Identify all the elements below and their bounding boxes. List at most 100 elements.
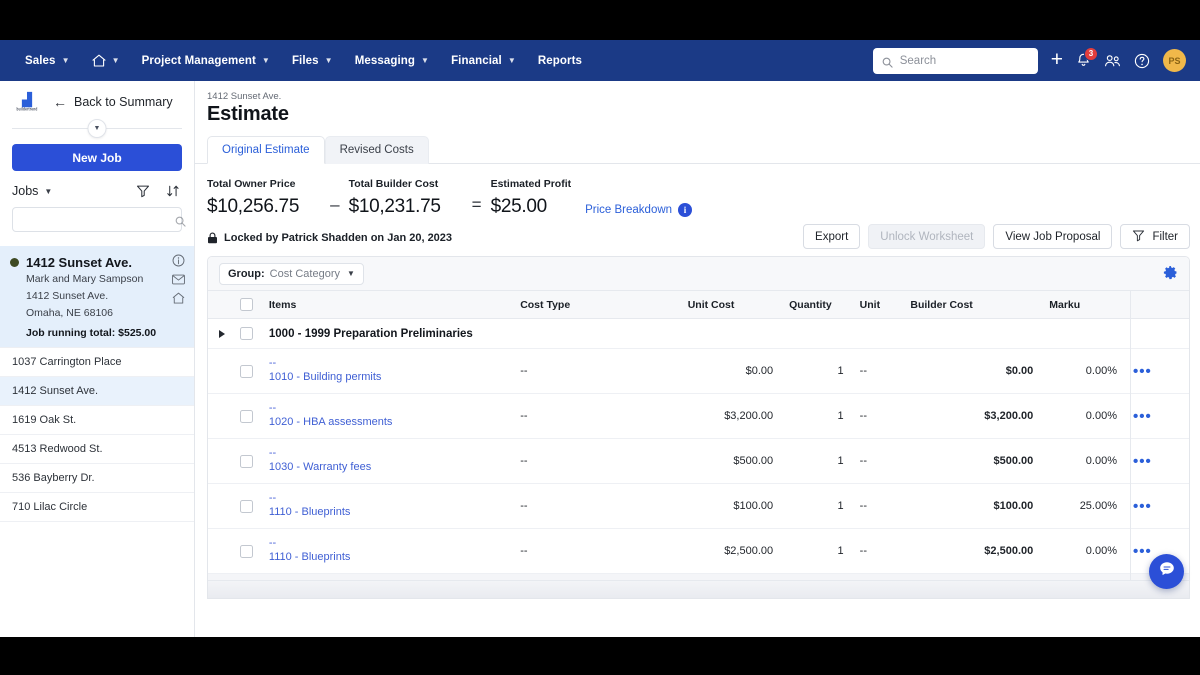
chevron-down-icon: ▼ bbox=[346, 269, 355, 278]
new-job-button[interactable]: New Job bbox=[12, 144, 182, 171]
job-list-item[interactable]: 1412 Sunset Ave. bbox=[0, 377, 194, 406]
tab-original-estimate[interactable]: Original Estimate bbox=[207, 136, 325, 164]
back-to-summary-link[interactable]: ← Back to Summary bbox=[53, 95, 173, 109]
horizontal-scrollbar[interactable] bbox=[208, 580, 1189, 598]
job-list-item[interactable]: 1619 Oak St. bbox=[0, 406, 194, 435]
total-builder-cost-label: Total Builder Cost bbox=[348, 178, 439, 190]
row-builder-cost: $3,200.00 bbox=[902, 393, 1042, 439]
select-all-checkbox[interactable] bbox=[240, 298, 254, 311]
add-button[interactable]: + bbox=[1051, 49, 1063, 70]
main-content: 1412 Sunset Ave. Estimate Original Estim… bbox=[195, 81, 1200, 637]
sidebar-search-input[interactable] bbox=[21, 213, 175, 226]
row-item-link[interactable]: 1010 - Building permits bbox=[269, 370, 504, 385]
nav-item-files[interactable]: Files ▼ bbox=[281, 49, 344, 73]
sort-icon[interactable] bbox=[166, 184, 180, 198]
ellipsis-icon[interactable]: ••• bbox=[1133, 363, 1152, 380]
row-checkbox-cell bbox=[232, 483, 261, 529]
buildertrend-logo[interactable]: ▟ buildertrend bbox=[10, 93, 44, 112]
export-button[interactable]: Export bbox=[803, 224, 861, 249]
nav-item-messaging[interactable]: Messaging ▼ bbox=[344, 49, 440, 73]
row-items-cell: -- 1110 - Blueprints bbox=[260, 528, 513, 574]
row-item-link[interactable]: 1030 - Warranty fees bbox=[269, 460, 504, 475]
search-input[interactable] bbox=[899, 54, 1029, 67]
row-actions-cell: ••• bbox=[1125, 348, 1189, 394]
row-unit-cost: $3,200.00 bbox=[679, 393, 782, 439]
column-header-items[interactable]: Items bbox=[260, 290, 513, 319]
column-header-unit-cost[interactable]: Unit Cost bbox=[679, 290, 782, 319]
row-checkbox[interactable] bbox=[240, 409, 254, 423]
chat-support-button[interactable] bbox=[1149, 554, 1184, 589]
info-icon[interactable]: i bbox=[678, 203, 693, 217]
table-body: 1000 - 1999 Preparation Preliminaries --… bbox=[208, 318, 1189, 598]
group-checkbox[interactable] bbox=[240, 327, 254, 340]
global-search[interactable] bbox=[872, 47, 1038, 74]
nav-item-label: Project Management bbox=[141, 54, 256, 67]
job-card-city-state-zip: Omaha, NE 68106 bbox=[26, 307, 113, 319]
total-owner-price-label: Total Owner Price bbox=[207, 178, 296, 190]
chevron-down-icon: ▼ bbox=[61, 56, 70, 65]
nav-item-project-management[interactable]: Project Management ▼ bbox=[131, 49, 281, 73]
people-button[interactable] bbox=[1104, 54, 1121, 68]
application-window: Sales ▼ ▼ Project Management ▼ Files ▼ M… bbox=[0, 40, 1200, 637]
row-checkbox[interactable] bbox=[240, 454, 254, 468]
collapse-toggle-button[interactable]: ▼ bbox=[87, 119, 107, 138]
equals-operator: = bbox=[471, 195, 482, 214]
filter-icon[interactable] bbox=[136, 184, 150, 198]
nav-item-home[interactable]: ▼ bbox=[81, 48, 131, 73]
job-list-item[interactable]: 710 Lilac Circle bbox=[0, 493, 194, 522]
gear-icon[interactable] bbox=[1163, 265, 1178, 280]
triangle-right-icon[interactable] bbox=[219, 329, 225, 338]
row-item-link[interactable]: 1110 - Blueprints bbox=[269, 505, 504, 520]
column-header-unit[interactable]: Unit bbox=[851, 290, 903, 319]
letterbox-top bbox=[0, 0, 1200, 40]
home-icon[interactable] bbox=[172, 292, 185, 304]
info-icon[interactable] bbox=[172, 254, 185, 267]
envelope-icon[interactable] bbox=[172, 274, 185, 285]
row-item-link[interactable]: 1110 - Blueprints bbox=[269, 550, 504, 565]
nav-item-sales[interactable]: Sales ▼ bbox=[14, 49, 81, 73]
job-list-item[interactable]: 4513 Redwood St. bbox=[0, 435, 194, 464]
nav-item-label: Reports bbox=[537, 54, 582, 67]
row-expand-cell bbox=[208, 483, 233, 529]
notifications-button[interactable]: 3 bbox=[1076, 46, 1098, 69]
nav-item-financial[interactable]: Financial ▼ bbox=[440, 49, 527, 73]
tab-revised-costs[interactable]: Revised Costs bbox=[324, 136, 429, 164]
column-header-cost-type[interactable]: Cost Type bbox=[512, 290, 680, 319]
chevron-down-icon: ▼ bbox=[261, 56, 270, 65]
ellipsis-icon[interactable]: ••• bbox=[1133, 453, 1152, 470]
row-checkbox[interactable] bbox=[240, 544, 254, 558]
row-item-link[interactable]: 1020 - HBA assessments bbox=[269, 415, 504, 430]
row-builder-cost: $500.00 bbox=[902, 438, 1042, 484]
job-list-item[interactable]: 536 Bayberry Dr. bbox=[0, 464, 194, 493]
user-avatar[interactable]: PS bbox=[1163, 49, 1186, 72]
selected-job-card[interactable]: 1412 Sunset Ave. Mark and Mary Sampson 1… bbox=[0, 246, 194, 347]
sidebar-job-search[interactable] bbox=[12, 207, 186, 232]
jobs-dropdown[interactable]: Jobs ▼ bbox=[12, 184, 52, 198]
unlock-worksheet-button[interactable]: Unlock Worksheet bbox=[868, 224, 986, 249]
estimated-profit-label: Estimated Profit bbox=[490, 178, 572, 190]
column-header-quantity[interactable]: Quantity bbox=[781, 290, 852, 319]
nav-item-reports[interactable]: Reports bbox=[527, 49, 593, 73]
top-navigation-bar: Sales ▼ ▼ Project Management ▼ Files ▼ M… bbox=[0, 40, 1200, 81]
help-button[interactable] bbox=[1134, 53, 1150, 69]
ellipsis-icon[interactable]: ••• bbox=[1133, 543, 1152, 560]
row-markup: 0.00% bbox=[1041, 528, 1125, 574]
table-header-row: Items Cost Type Unit Cost Quantity Unit … bbox=[208, 290, 1189, 319]
group-by-dropdown[interactable]: Group: Cost Category ▼ bbox=[219, 262, 364, 285]
row-unit: -- bbox=[851, 393, 903, 439]
column-header-markup[interactable]: Marku bbox=[1041, 290, 1125, 319]
view-job-proposal-button[interactable]: View Job Proposal bbox=[993, 224, 1113, 249]
price-breakdown-link[interactable]: Price Breakdown bbox=[585, 204, 672, 216]
search-icon bbox=[882, 55, 893, 68]
group-by-value: Cost Category bbox=[269, 267, 340, 280]
ellipsis-icon[interactable]: ••• bbox=[1133, 498, 1152, 515]
left-sidebar: ▟ buildertrend ← Back to Summary ▼ New J… bbox=[0, 81, 195, 637]
job-list-item[interactable]: 1037 Carrington Place bbox=[0, 348, 194, 377]
row-checkbox[interactable] bbox=[240, 499, 254, 513]
row-items-cell: -- 1020 - HBA assessments bbox=[260, 393, 513, 439]
nav-item-label: Sales bbox=[25, 54, 56, 67]
row-checkbox[interactable] bbox=[240, 364, 254, 378]
ellipsis-icon[interactable]: ••• bbox=[1133, 408, 1152, 425]
column-header-builder-cost[interactable]: Builder Cost bbox=[902, 290, 1042, 319]
filter-button[interactable]: Filter bbox=[1120, 224, 1190, 249]
